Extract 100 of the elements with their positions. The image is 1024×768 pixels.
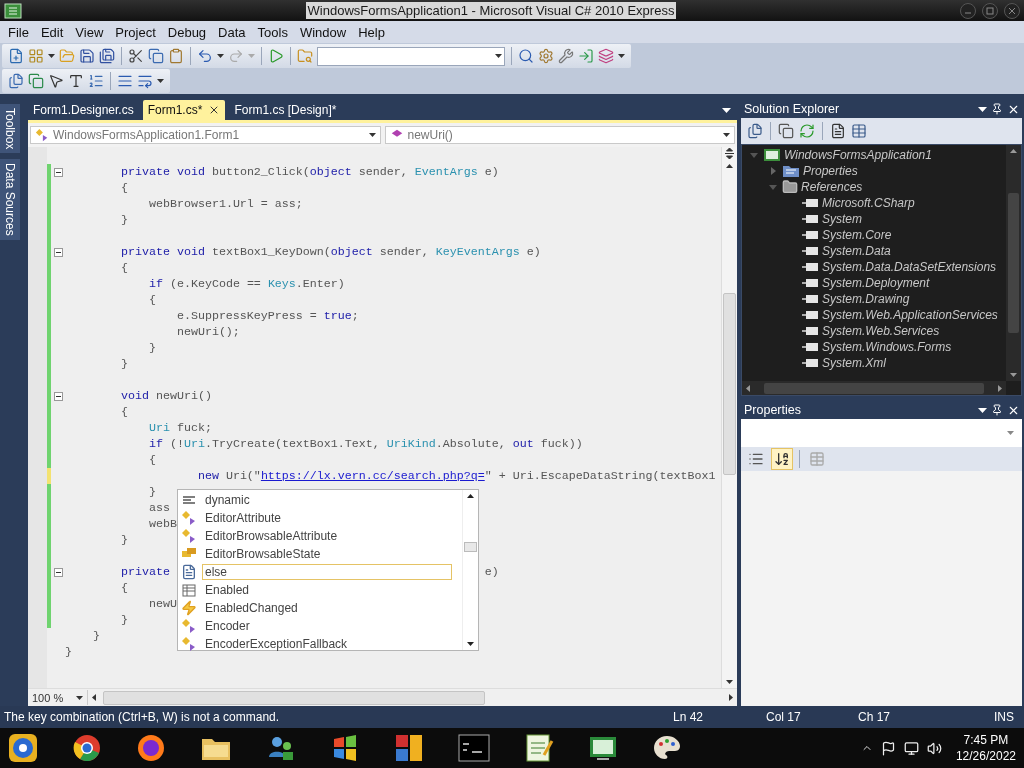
zoom-dropdown[interactable]: 100 % bbox=[28, 690, 88, 705]
view-designer-icon[interactable] bbox=[851, 123, 867, 139]
pin-icon[interactable] bbox=[991, 404, 1003, 416]
tree-item[interactable]: Properties bbox=[803, 164, 858, 178]
side-tab[interactable]: Toolbox bbox=[0, 104, 20, 154]
show-all-files-icon[interactable] bbox=[778, 123, 794, 139]
settings-icon[interactable] bbox=[538, 48, 554, 64]
clock[interactable]: 7:45 PM 12/26/2022 bbox=[955, 732, 1016, 764]
start-debugging-icon[interactable] bbox=[268, 48, 284, 64]
duplicate-icon[interactable] bbox=[28, 73, 44, 89]
tree-item[interactable]: System.Deployment bbox=[822, 276, 930, 290]
completion-item[interactable]: EditorAttribute bbox=[202, 510, 462, 526]
notepad-icon[interactable] bbox=[524, 733, 554, 763]
type-dropdown[interactable]: WindowsFormsApplication1.Form1 bbox=[30, 126, 381, 144]
terminal-icon[interactable] bbox=[458, 734, 490, 762]
view-code-icon[interactable] bbox=[830, 123, 846, 139]
dropdown-arrow-icon[interactable] bbox=[978, 407, 987, 413]
flag-icon[interactable] bbox=[880, 740, 896, 756]
completion-item[interactable]: EditorBrowsableState bbox=[202, 546, 462, 562]
completion-item[interactable]: EncoderExceptionFallback bbox=[202, 636, 462, 652]
layers-icon[interactable] bbox=[598, 48, 614, 64]
menu-item[interactable]: Data bbox=[212, 24, 252, 40]
wrap-text-icon[interactable] bbox=[137, 73, 153, 89]
menu-item[interactable]: Window bbox=[293, 24, 353, 40]
new-file-icon[interactable] bbox=[8, 48, 24, 64]
tab-list-arrow-icon[interactable] bbox=[722, 108, 731, 113]
panel-title: Solution Explorer bbox=[744, 102, 841, 116]
column-number: Col 17 bbox=[766, 710, 802, 724]
list-icon[interactable] bbox=[88, 73, 104, 89]
copy-icon[interactable] bbox=[148, 48, 164, 64]
split-handle-icon[interactable] bbox=[723, 147, 736, 160]
document-tab[interactable]: Form1.cs* bbox=[142, 100, 226, 120]
line-number: Ln 42 bbox=[673, 710, 705, 724]
tree-item[interactable]: System bbox=[822, 212, 862, 226]
network-icon[interactable] bbox=[903, 740, 919, 756]
minimize-button[interactable] bbox=[960, 2, 976, 19]
completion-item[interactable]: EditorBrowsableAttribute bbox=[202, 528, 462, 544]
undo-icon[interactable] bbox=[197, 48, 213, 64]
member-dropdown[interactable]: newUri() bbox=[384, 126, 735, 144]
search-icon[interactable] bbox=[518, 48, 534, 64]
menu-item[interactable]: Help bbox=[352, 24, 391, 40]
tree-item[interactable]: System.Windows.Forms bbox=[822, 340, 952, 354]
menu-item[interactable]: View bbox=[69, 24, 110, 40]
menu-item[interactable]: Edit bbox=[34, 24, 70, 40]
save-icon[interactable] bbox=[79, 48, 95, 64]
round-logo-icon[interactable] bbox=[136, 733, 166, 763]
completion-item[interactable]: Enabled bbox=[202, 582, 462, 598]
alphabetical-button[interactable] bbox=[771, 448, 793, 470]
side-tab[interactable]: Data Sources bbox=[0, 159, 20, 241]
document-tab[interactable]: Form1.cs [Design]* bbox=[229, 100, 342, 120]
align-icon[interactable] bbox=[117, 73, 133, 89]
maximize-button[interactable] bbox=[982, 2, 998, 19]
collapse-icon[interactable] bbox=[53, 567, 63, 577]
scrollbar-thumb[interactable] bbox=[464, 542, 477, 552]
tree-item[interactable]: System.Data bbox=[822, 244, 891, 258]
completion-item[interactable]: dynamic bbox=[202, 492, 462, 508]
scrollbar-thumb[interactable] bbox=[1008, 193, 1019, 333]
maximize-icon bbox=[986, 6, 994, 15]
scrollbar-thumb[interactable] bbox=[723, 293, 736, 475]
completion-item[interactable]: EnabledChanged bbox=[202, 600, 462, 616]
collapse-icon[interactable] bbox=[53, 391, 63, 401]
volume-icon[interactable] bbox=[926, 740, 942, 756]
documents-icon[interactable] bbox=[8, 73, 24, 89]
pointer-icon[interactable] bbox=[48, 73, 64, 89]
round-logo-icon[interactable] bbox=[72, 733, 102, 763]
arrow-box-icon[interactable] bbox=[578, 48, 594, 64]
document-tab[interactable]: Form1.Designer.cs bbox=[28, 100, 139, 120]
refresh-icon[interactable] bbox=[799, 123, 815, 139]
tree-item[interactable]: WindowsFormsApplication1 bbox=[784, 148, 932, 162]
tree-item[interactable]: References bbox=[801, 180, 863, 194]
completion-item[interactable]: Encoder bbox=[202, 618, 462, 634]
tree-item[interactable]: System.Web.ApplicationServices bbox=[822, 308, 998, 322]
menu-item[interactable]: File bbox=[2, 24, 35, 40]
tiles-icon[interactable] bbox=[394, 733, 424, 763]
menu-item[interactable]: Project bbox=[109, 24, 162, 40]
paste-icon[interactable] bbox=[168, 48, 184, 64]
collapse-icon[interactable] bbox=[53, 167, 63, 177]
pin-icon[interactable] bbox=[991, 103, 1003, 115]
scrollbar-thumb[interactable] bbox=[764, 382, 984, 394]
dropdown-arrow-icon[interactable] bbox=[978, 106, 987, 112]
tree-item[interactable]: System.Core bbox=[822, 228, 892, 242]
tree-item[interactable]: System.Drawing bbox=[822, 292, 910, 306]
tree-item[interactable]: System.Web.Services bbox=[822, 324, 940, 338]
tree-item[interactable]: System.Xml bbox=[822, 356, 886, 370]
close-button[interactable] bbox=[1004, 2, 1020, 19]
wrench-icon[interactable] bbox=[558, 48, 574, 64]
text-format-icon[interactable] bbox=[68, 73, 84, 89]
completion-item[interactable]: else bbox=[202, 564, 452, 580]
caret-icon bbox=[495, 54, 502, 58]
menu-item[interactable]: Tools bbox=[251, 24, 294, 40]
save-all-icon[interactable] bbox=[99, 48, 115, 64]
tree-item[interactable]: Microsoft.CSharp bbox=[822, 196, 915, 210]
properties-icon[interactable] bbox=[747, 123, 763, 139]
collapse-icon[interactable] bbox=[53, 247, 63, 257]
menu-item[interactable]: Debug bbox=[161, 24, 213, 40]
cut-icon[interactable] bbox=[128, 48, 144, 64]
add-item-icon[interactable] bbox=[28, 48, 44, 64]
scrollbar-thumb[interactable] bbox=[103, 690, 485, 705]
round-logo-icon[interactable] bbox=[8, 733, 38, 763]
tree-item[interactable]: System.Data.DataSetExtensions bbox=[822, 260, 997, 274]
